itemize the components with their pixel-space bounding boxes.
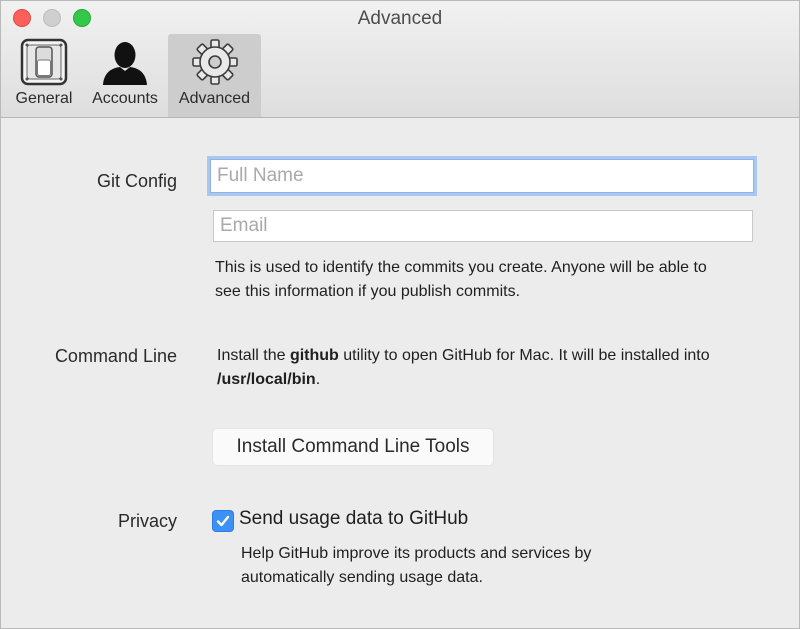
- install-command-line-tools-button[interactable]: Install Command Line Tools: [213, 429, 493, 465]
- full-name-field[interactable]: [210, 159, 754, 193]
- switch-icon: [20, 38, 68, 91]
- github-utility-name: github: [289, 347, 339, 364]
- tab-general[interactable]: General: [4, 34, 84, 117]
- tab-advanced-label: Advanced: [178, 90, 251, 107]
- advanced-pane: Git Config This is used to identify the …: [1, 118, 799, 628]
- tab-advanced[interactable]: Advanced: [168, 34, 261, 117]
- preferences-window: Advanced General Accounts Advanced Git C…: [0, 0, 800, 629]
- command-line-text-post: .: [315, 371, 321, 388]
- command-line-help-text: Install the github utility to open GitHu…: [217, 344, 737, 392]
- git-config-help-text: This is used to identify the commits you…: [215, 259, 707, 300]
- command-line-text-mid: utility to open GitHub for Mac. It will …: [338, 347, 710, 364]
- git-config-label: Git Config: [96, 171, 177, 191]
- command-line-label: Command Line: [54, 346, 177, 366]
- person-icon: [100, 38, 150, 91]
- privacy-help-text: Help GitHub improve its products and ser…: [241, 545, 592, 586]
- tab-accounts[interactable]: Accounts: [85, 34, 165, 117]
- install-path: /usr/local/bin: [217, 371, 316, 388]
- gear-icon: [191, 38, 239, 91]
- send-usage-data-checkbox[interactable]: [212, 510, 234, 532]
- tab-accounts-label: Accounts: [92, 90, 158, 107]
- command-line-text-pre: Install the: [217, 347, 290, 364]
- privacy-label: Privacy: [117, 511, 177, 531]
- toolbar: Advanced General Accounts Advanced: [1, 1, 799, 118]
- tab-general-label: General: [15, 90, 73, 107]
- send-usage-data-label[interactable]: Send usage data to GitHub: [239, 508, 468, 530]
- email-field[interactable]: [213, 210, 753, 242]
- window-title: Advanced: [357, 8, 443, 29]
